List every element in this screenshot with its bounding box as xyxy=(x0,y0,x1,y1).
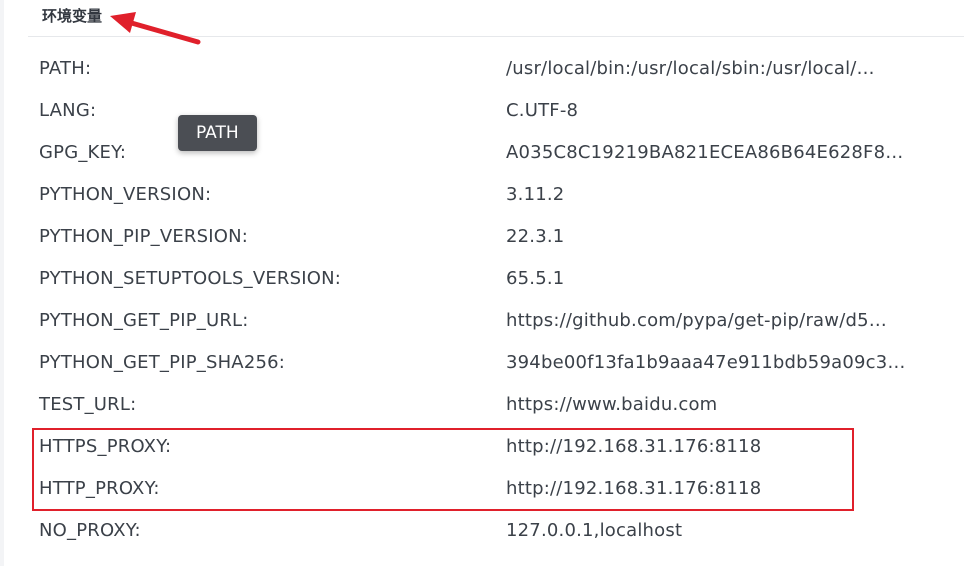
env-value[interactable]: http://192.168.31.176:8118 xyxy=(506,478,931,499)
env-key: PYTHON_GET_PIP_URL: xyxy=(39,310,249,331)
env-row-python-get-pip-sha256: PYTHON_GET_PIP_SHA256: 394be00f13fa1b9aa… xyxy=(4,344,968,386)
env-row-python-pip-version: PYTHON_PIP_VERSION: 22.3.1 xyxy=(4,218,968,260)
env-key: LANG: xyxy=(39,100,97,121)
env-key: PATH: xyxy=(39,58,92,79)
env-value[interactable]: /usr/local/bin:/usr/local/sbin:/usr/loca… xyxy=(506,58,931,79)
env-key: PYTHON_PIP_VERSION: xyxy=(39,226,249,247)
env-key: PYTHON_GET_PIP_SHA256: xyxy=(39,352,286,373)
env-row-python-get-pip-url: PYTHON_GET_PIP_URL: https://github.com/p… xyxy=(4,302,968,344)
env-row-lang: LANG: C.UTF-8 xyxy=(4,92,968,134)
section-header: 环境变量 xyxy=(28,0,964,37)
env-key: PYTHON_SETUPTOOLS_VERSION: xyxy=(39,268,342,289)
env-row-python-setuptools-version: PYTHON_SETUPTOOLS_VERSION: 65.5.1 xyxy=(4,260,968,302)
env-value[interactable]: https://www.baidu.com xyxy=(506,394,931,415)
env-row-path: PATH: /usr/local/bin:/usr/local/sbin:/us… xyxy=(4,50,968,92)
environment-variables-panel: 环境变量 PATH: /usr/local/bin:/usr/local/sbi… xyxy=(4,0,968,566)
env-value[interactable]: A035C8C19219BA821ECEA86B64E628F8… xyxy=(506,142,931,163)
env-row-http-proxy: HTTP_PROXY: http://192.168.31.176:8118 xyxy=(4,470,968,512)
env-key: HTTPS_PROXY: xyxy=(39,436,172,457)
env-value[interactable]: http://192.168.31.176:8118 xyxy=(506,436,931,457)
env-value[interactable]: 65.5.1 xyxy=(506,268,931,289)
env-row-no-proxy: NO_PROXY: 127.0.0.1,localhost xyxy=(4,512,968,554)
env-row-python-version: PYTHON_VERSION: 3.11.2 xyxy=(4,176,968,218)
env-key: PYTHON_VERSION: xyxy=(39,184,212,205)
env-row-test-url: TEST_URL: https://www.baidu.com xyxy=(4,386,968,428)
env-value[interactable]: C.UTF-8 xyxy=(506,100,931,121)
env-value[interactable]: 22.3.1 xyxy=(506,226,931,247)
env-value[interactable]: 394be00f13fa1b9aaa47e911bdb59a09c3… xyxy=(506,352,931,373)
path-tooltip: PATH xyxy=(178,115,257,151)
env-row-gpg-key: GPG_KEY: A035C8C19219BA821ECEA86B64E628F… xyxy=(4,134,968,176)
env-key: GPG_KEY: xyxy=(39,142,127,163)
section-title: 环境变量 xyxy=(42,7,103,25)
env-value[interactable]: https://github.com/pypa/get-pip/raw/d5… xyxy=(506,310,931,331)
env-key: NO_PROXY: xyxy=(39,520,141,541)
env-row-https-proxy: HTTPS_PROXY: http://192.168.31.176:8118 xyxy=(4,428,968,470)
env-value[interactable]: 3.11.2 xyxy=(506,184,931,205)
env-key: HTTP_PROXY: xyxy=(39,478,160,499)
env-var-list: PATH: /usr/local/bin:/usr/local/sbin:/us… xyxy=(4,50,968,554)
env-key: TEST_URL: xyxy=(39,394,137,415)
env-value[interactable]: 127.0.0.1,localhost xyxy=(506,520,931,541)
